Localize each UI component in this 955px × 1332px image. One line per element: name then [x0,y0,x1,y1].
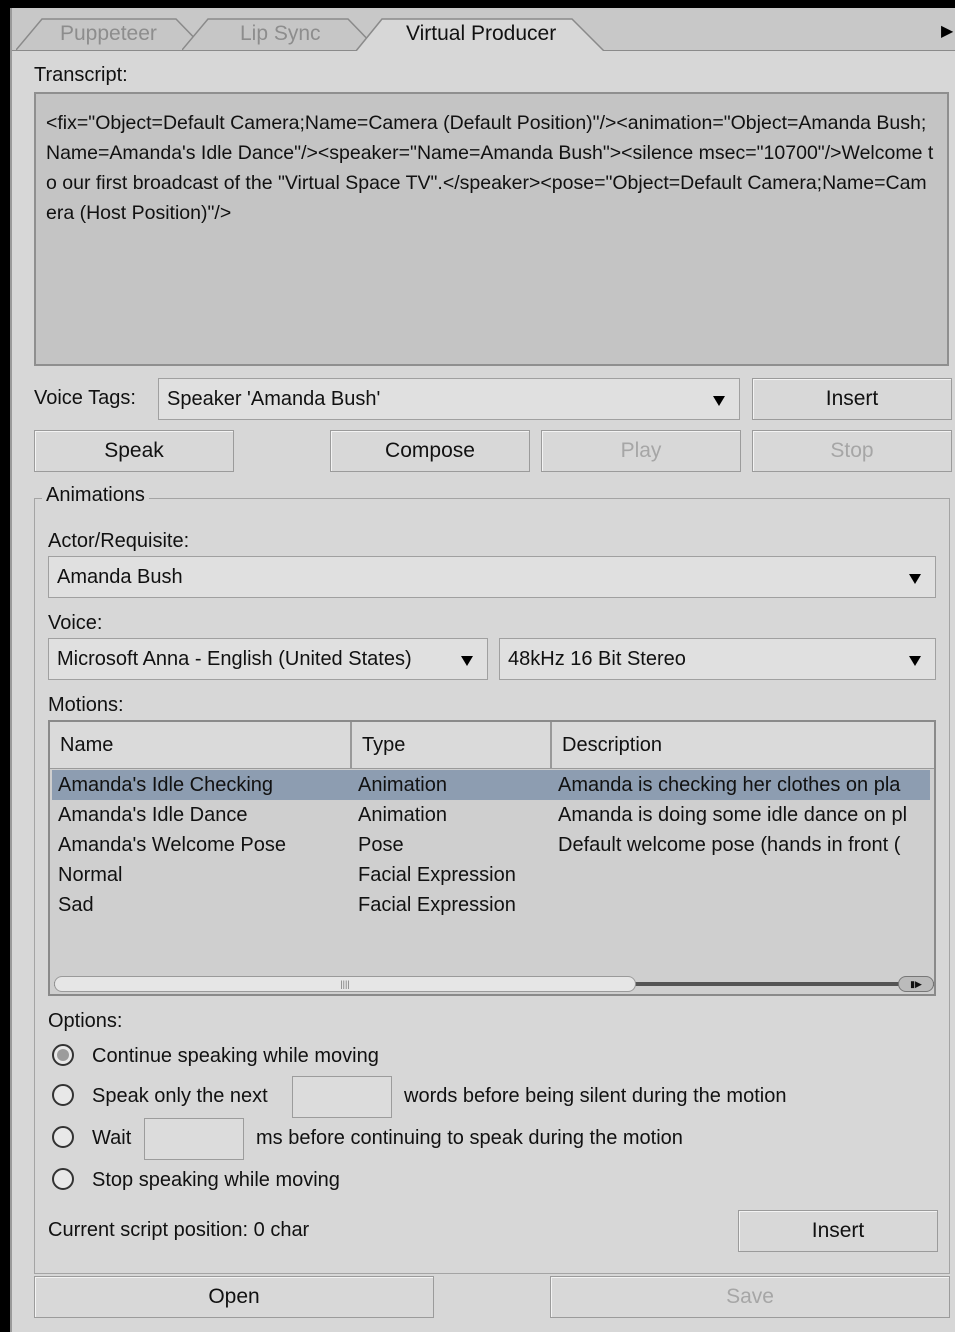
open-button[interactable]: Open [34,1276,434,1318]
audio-format-selected: 48kHz 16 Bit Stereo [508,648,686,670]
tab-lip-sync[interactable]: Lip Sync [182,18,382,50]
chevron-down-icon [909,656,921,666]
motion-name: Amanda's Idle Checking [58,774,274,796]
audio-format-dropdown[interactable]: 48kHz 16 Bit Stereo [499,638,936,680]
animation-insert-button[interactable]: Insert [738,1210,938,1252]
voice-tags-dropdown[interactable]: Speaker 'Amanda Bush' [158,378,740,420]
option-speak-next-label: Speak only the next [92,1085,268,1107]
play-button[interactable]: Play [541,430,741,472]
radio-stop-speaking[interactable] [52,1168,74,1190]
motion-row[interactable]: Amanda's Idle Checking Animation Amanda … [52,770,930,800]
voice-tags-insert-button[interactable]: Insert [752,378,952,420]
transcript-textarea[interactable]: <fix="Object=Default Camera;Name=Camera … [34,92,949,366]
option-wait-label: Wait [92,1127,132,1149]
radio-wait[interactable] [52,1126,74,1148]
words-count-input[interactable] [292,1076,392,1118]
scrollbar-thumb[interactable]: |||| [54,976,636,992]
options-label: Options: [48,1010,123,1032]
radio-speak-only-next[interactable] [52,1084,74,1106]
voice-tags-selected: Speaker 'Amanda Bush' [167,388,381,410]
animations-group-title: Animations [42,484,149,507]
voice-label: Voice: [48,612,103,634]
motion-row[interactable]: Amanda's Welcome Pose Pose Default welco… [52,830,930,860]
radio-continue-speaking[interactable] [52,1044,74,1066]
motions-table-header: Name Type Description [50,722,934,769]
motion-description: Default welcome pose (hands in front ( [558,834,901,856]
voice-dropdown[interactable]: Microsoft Anna - English (United States) [48,638,488,680]
tab-bar: Puppeteer Lip Sync Virtual Producer ▶ [12,8,955,51]
compose-button[interactable]: Compose [330,430,530,472]
motions-table[interactable]: Name Type Description Amanda's Idle Chec… [48,720,936,996]
motion-row[interactable]: Amanda's Idle Dance Animation Amanda is … [52,800,930,830]
actor-requisite-label: Actor/Requisite: [48,530,190,552]
actor-requisite-dropdown[interactable]: Amanda Bush [48,556,936,598]
motion-type: Animation [358,774,447,796]
stop-button[interactable]: Stop [752,430,952,472]
motion-name: Amanda's Welcome Pose [58,834,286,856]
option-wait-suffix: ms before continuing to speak during the… [256,1127,683,1149]
chevron-down-icon [461,656,473,666]
script-position-status: Current script position: 0 char [48,1219,310,1241]
motion-name: Sad [58,894,94,916]
transcript-label: Transcript: [34,64,128,86]
motion-row[interactable]: Normal Facial Expression [52,860,930,890]
chevron-down-icon [909,574,921,584]
tab-label: Virtual Producer [406,22,557,45]
motion-row[interactable]: Sad Facial Expression [52,890,930,920]
voice-tags-label: Voice Tags: [34,387,136,409]
motion-description: Amanda is doing some idle dance on pl [558,804,908,826]
tab-label: Lip Sync [240,22,321,45]
column-header-description[interactable]: Description [552,722,934,768]
voice-selected: Microsoft Anna - English (United States) [57,648,412,670]
motion-name: Amanda's Idle Dance [58,804,248,826]
motion-description: Amanda is checking her clothes on pla [558,774,901,796]
motion-type: Facial Expression [358,894,516,916]
tab-label: Puppeteer [60,22,157,45]
tab-menu-arrow-icon[interactable]: ▶ [941,22,955,42]
wait-ms-input[interactable] [144,1118,244,1160]
option-continue-label: Continue speaking while moving [92,1045,379,1067]
save-button[interactable]: Save [550,1276,950,1318]
motions-label: Motions: [48,694,124,716]
motions-horizontal-scrollbar[interactable]: |||| ▮▶ [54,976,934,992]
speak-button[interactable]: Speak [34,430,234,472]
motion-type: Facial Expression [358,864,516,886]
tab-puppeteer[interactable]: Puppeteer [16,18,206,50]
option-speak-next-suffix: words before being silent during the mot… [404,1085,787,1107]
option-stop-label: Stop speaking while moving [92,1169,340,1191]
motion-name: Normal [58,864,123,886]
motion-type: Pose [358,834,404,856]
column-header-name[interactable]: Name [50,722,352,768]
scroll-right-icon[interactable]: ▮▶ [898,976,934,992]
column-header-type[interactable]: Type [352,722,552,768]
actor-requisite-selected: Amanda Bush [57,566,183,588]
tab-virtual-producer[interactable]: Virtual Producer [356,18,606,51]
virtual-producer-panel: Puppeteer Lip Sync Virtual Producer ▶ Tr… [10,8,955,1332]
motion-type: Animation [358,804,447,826]
chevron-down-icon [713,396,725,406]
